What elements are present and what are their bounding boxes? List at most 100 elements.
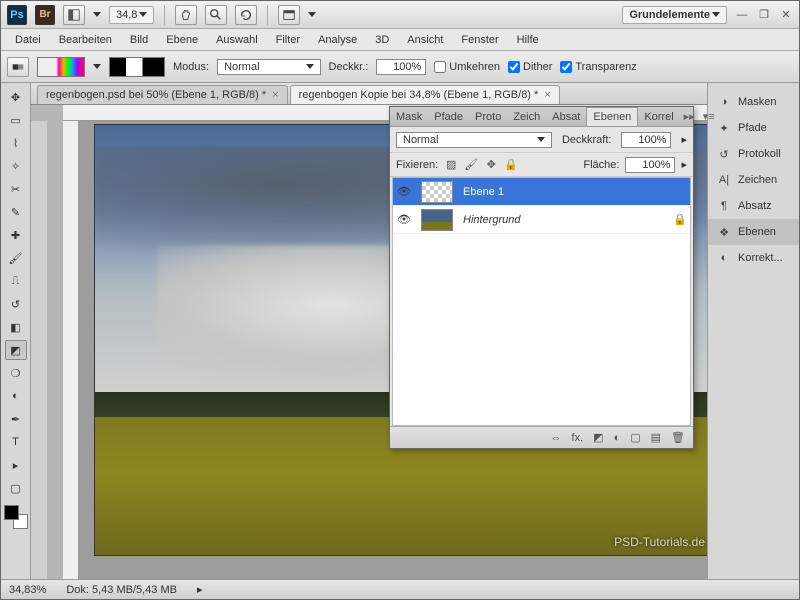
bridge-logo-icon[interactable]: Br <box>35 5 55 25</box>
menu-image[interactable]: Bild <box>122 32 156 48</box>
visibility-icon[interactable]: 👁 <box>393 185 415 198</box>
gradient-tool[interactable]: ◩ <box>5 340 27 360</box>
new-layer-icon[interactable]: ▤ <box>651 431 661 444</box>
layer-opacity-input[interactable]: 100% <box>621 132 671 148</box>
hand-tool-button[interactable] <box>175 5 197 25</box>
menu-window[interactable]: Fenster <box>453 32 506 48</box>
reverse-checkbox[interactable]: Umkehren <box>434 61 500 73</box>
layer-thumbnail[interactable] <box>421 209 453 231</box>
document-tab-1[interactable]: regenbogen.psd bei 50% (Ebene 1, RGB/8) … <box>37 85 288 104</box>
history-brush-tool[interactable]: ↺ <box>5 294 27 314</box>
panel-tab-char[interactable]: Zeich <box>507 108 546 126</box>
layer-group-icon[interactable]: ▢ <box>630 431 640 444</box>
layer-row[interactable]: 👁 Hintergrund 🔒 <box>393 206 690 234</box>
panel-tab-layers[interactable]: Ebenen <box>586 107 638 126</box>
eyedropper-tool[interactable]: ✎ <box>5 202 27 222</box>
dock-corrections[interactable]: ◐Korrekt... <box>708 245 799 271</box>
lock-position-icon[interactable]: ✥ <box>484 158 498 172</box>
gradient-type-buttons[interactable] <box>109 57 165 77</box>
transparency-checkbox[interactable]: Transparenz <box>560 61 636 73</box>
menu-layer[interactable]: Ebene <box>158 32 206 48</box>
lasso-tool[interactable]: ⌇ <box>5 133 27 153</box>
status-zoom[interactable]: 34,83% <box>9 584 46 596</box>
blend-mode-dropdown[interactable]: Normal <box>217 59 320 75</box>
gradient-preview-swatch[interactable] <box>37 57 85 77</box>
minimize-button[interactable]: — <box>735 8 749 22</box>
brush-tool[interactable]: 🖌 <box>5 248 27 268</box>
panel-tab-korr[interactable]: Korrel <box>638 108 679 126</box>
layout-dropdown-icon[interactable] <box>93 12 101 17</box>
layer-mask-icon[interactable]: ◩ <box>593 431 603 444</box>
lock-transparency-icon[interactable]: ▨ <box>444 158 458 172</box>
blur-tool[interactable]: ❍ <box>5 363 27 383</box>
link-layers-icon[interactable]: ⇔ <box>551 432 562 444</box>
adjustment-layer-icon[interactable]: ◐ <box>614 432 621 444</box>
lock-pixels-icon[interactable]: 🖌 <box>464 158 478 172</box>
panel-tab-paths[interactable]: Pfade <box>428 108 469 126</box>
path-select-tool[interactable]: ▸ <box>5 455 27 475</box>
close-icon[interactable]: × <box>544 89 550 101</box>
layout-button[interactable] <box>63 5 85 25</box>
marquee-tool[interactable]: ▭ <box>5 110 27 130</box>
close-icon[interactable]: × <box>272 89 278 101</box>
right-dock: ◑Masken ✦Pfade ↺Protokoll A|Zeichen ¶Abs… <box>707 83 799 579</box>
panel-tab-para[interactable]: Absat <box>546 108 586 126</box>
layer-row[interactable]: 👁 Ebene 1 <box>393 178 690 206</box>
menu-help[interactable]: Hilfe <box>509 32 547 48</box>
menu-file[interactable]: Datei <box>7 32 49 48</box>
shape-tool[interactable]: ▢ <box>5 478 27 498</box>
stamp-tool[interactable]: ⎍ <box>5 271 27 291</box>
dock-paths[interactable]: ✦Pfade <box>708 115 799 141</box>
visibility-icon[interactable]: 👁 <box>393 213 415 226</box>
wand-tool[interactable]: ✧ <box>5 156 27 176</box>
delete-layer-icon[interactable]: 🗑 <box>671 431 685 444</box>
panel-tab-mask[interactable]: Mask <box>390 108 428 126</box>
menu-select[interactable]: Auswahl <box>208 32 266 48</box>
crop-tool[interactable]: ✂ <box>5 179 27 199</box>
panel-expand-icon[interactable]: ▸▸ <box>680 110 699 123</box>
pen-tool[interactable]: ✒ <box>5 409 27 429</box>
fill-flyout-icon[interactable]: ▸ <box>681 158 687 171</box>
gradient-tool-indicator[interactable] <box>7 57 29 77</box>
menu-3d[interactable]: 3D <box>367 32 397 48</box>
layer-thumbnail[interactable] <box>421 181 453 203</box>
document-tab-2[interactable]: regenbogen Kopie bei 34,8% (Ebene 1, RGB… <box>290 85 560 104</box>
menu-filter[interactable]: Filter <box>268 32 308 48</box>
dock-layers[interactable]: ❖Ebenen <box>708 219 799 245</box>
fill-input[interactable]: 100% <box>625 157 675 173</box>
dither-checkbox[interactable]: Dither <box>508 61 552 73</box>
dodge-tool[interactable]: ◐ <box>5 386 27 406</box>
panel-menu-icon[interactable]: ▾≡ <box>699 110 719 123</box>
move-tool[interactable]: ✥ <box>5 87 27 107</box>
screen-mode-button[interactable] <box>278 5 300 25</box>
menu-view[interactable]: Ansicht <box>399 32 451 48</box>
opacity-input[interactable]: 100% <box>376 59 426 75</box>
zoom-tool-button[interactable] <box>205 5 227 25</box>
menu-edit[interactable]: Bearbeiten <box>51 32 120 48</box>
status-arrow-icon[interactable]: ▸ <box>197 583 203 596</box>
lock-all-icon[interactable]: 🔒 <box>504 158 518 172</box>
gradient-picker-dropdown-icon[interactable] <box>93 64 101 69</box>
eraser-tool[interactable]: ◧ <box>5 317 27 337</box>
dock-paragraph[interactable]: ¶Absatz <box>708 193 799 219</box>
maximize-button[interactable]: ❐ <box>757 8 771 22</box>
close-button[interactable]: ✕ <box>779 8 793 22</box>
dock-protocol[interactable]: ↺Protokoll <box>708 141 799 167</box>
opacity-flyout-icon[interactable]: ▸ <box>681 133 687 146</box>
workspace-label: Grundelemente <box>629 9 710 21</box>
rotate-view-button[interactable] <box>235 5 257 25</box>
workspace-dropdown[interactable]: Grundelemente <box>622 6 727 24</box>
layer-blend-dropdown[interactable]: Normal <box>396 132 552 148</box>
screen-mode-dropdown-icon[interactable] <box>308 12 316 17</box>
zoom-dropdown[interactable]: 34,8 <box>109 6 154 24</box>
layer-fx-icon[interactable]: fx. <box>572 432 584 444</box>
layer-name[interactable]: Ebene 1 <box>459 186 690 198</box>
dock-masks[interactable]: ◑Masken <box>708 89 799 115</box>
menu-analysis[interactable]: Analyse <box>310 32 365 48</box>
dock-character[interactable]: A|Zeichen <box>708 167 799 193</box>
panel-tab-proto[interactable]: Proto <box>469 108 507 126</box>
layer-name[interactable]: Hintergrund <box>459 214 670 226</box>
type-tool[interactable]: T <box>5 432 27 452</box>
healing-tool[interactable]: ✚ <box>5 225 27 245</box>
color-swatches[interactable] <box>4 505 28 529</box>
